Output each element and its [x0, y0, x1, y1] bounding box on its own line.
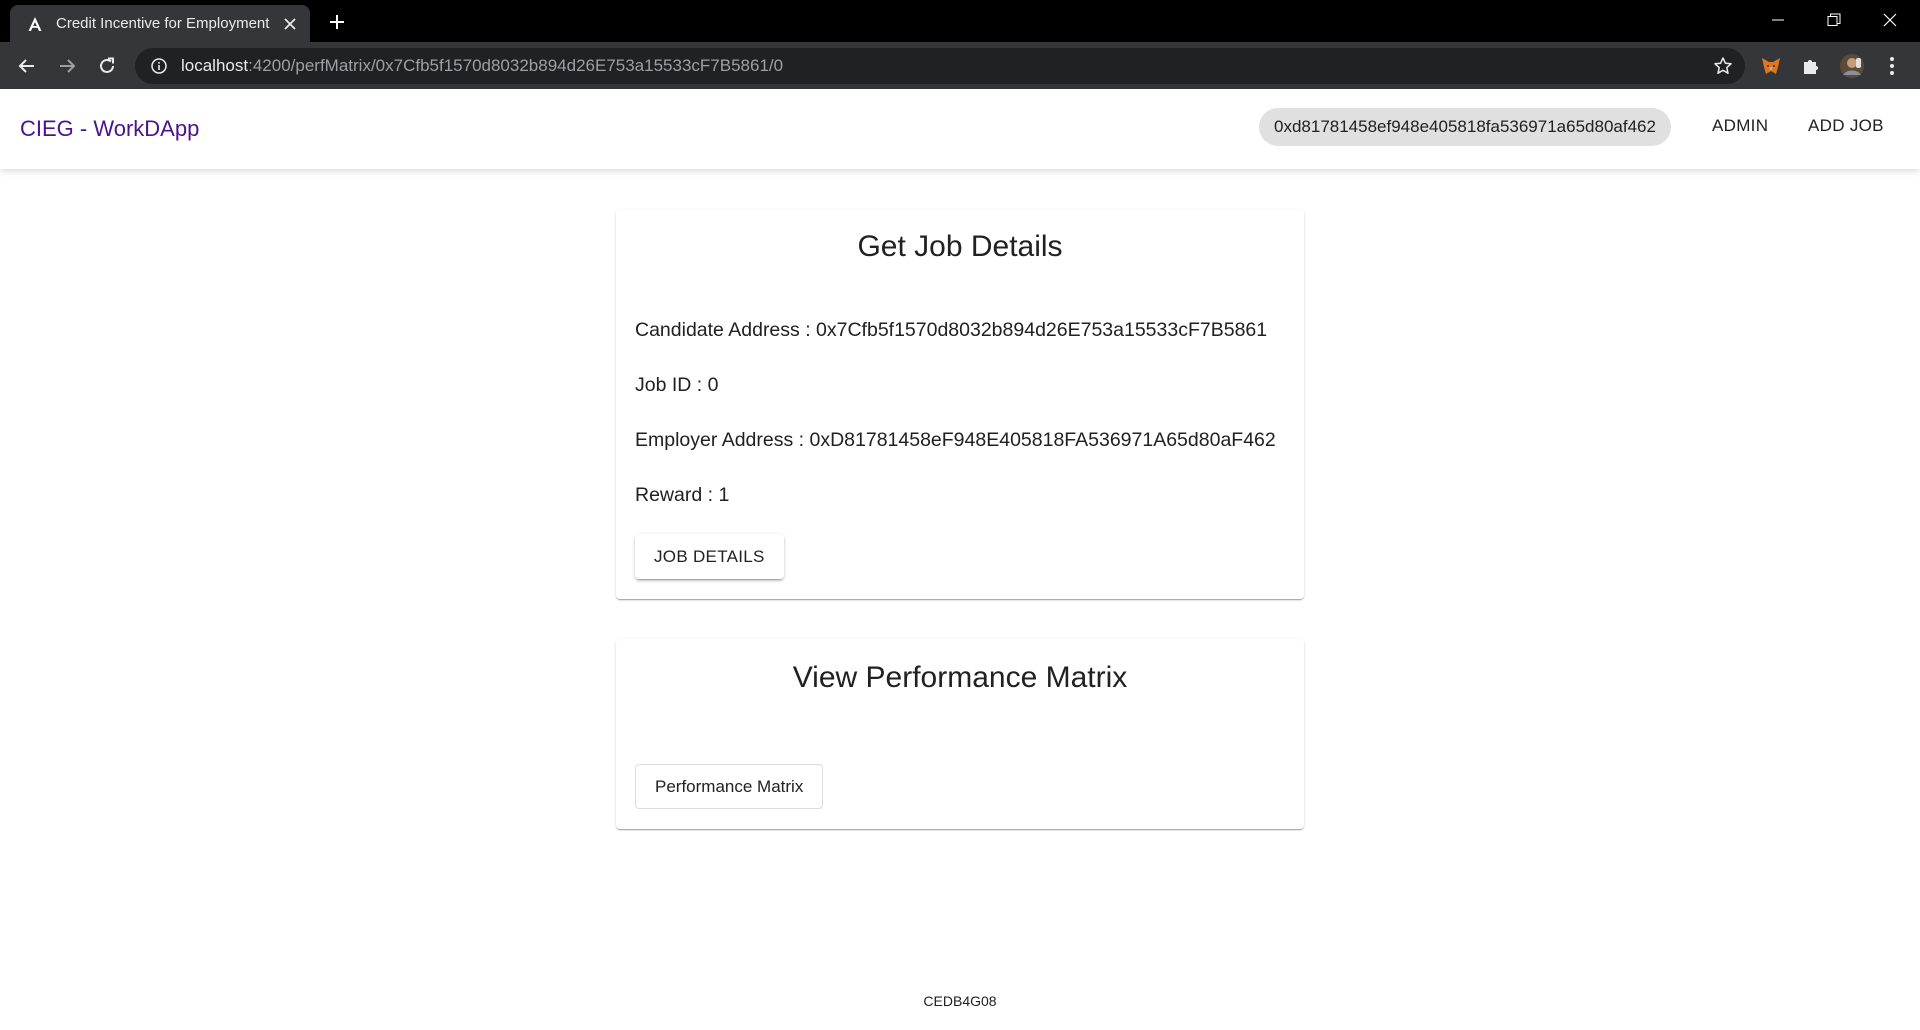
job-details-card: Get Job Details Candidate Address : 0x7C…: [616, 209, 1304, 599]
browser-tab[interactable]: Credit Incentive for Employment: [10, 5, 310, 42]
url-host: localhost: [181, 56, 249, 75]
bookmark-star-icon[interactable]: [1711, 54, 1735, 78]
performance-matrix-card: View Performance Matrix Performance Matr…: [616, 639, 1304, 829]
metamask-fox-icon[interactable]: [1757, 52, 1785, 80]
candidate-address-text: Candidate Address : 0x7Cfb5f1570d8032b89…: [635, 319, 1268, 341]
app-brand[interactable]: CIEG - WorkDApp: [20, 116, 199, 142]
address-bar[interactable]: localhost:4200/perfMatrix/0x7Cfb5f1570d8…: [135, 48, 1745, 84]
browser-tabstrip: Credit Incentive for Employment: [0, 0, 1920, 42]
browser-menu-icon[interactable]: [1878, 52, 1906, 80]
nav-admin-link[interactable]: ADMIN: [1712, 116, 1768, 136]
close-tab-icon[interactable]: [280, 14, 300, 34]
job-card-title: Get Job Details: [857, 230, 1063, 263]
nav-add-job-link[interactable]: ADD JOB: [1808, 116, 1884, 136]
back-arrow-icon[interactable]: [11, 50, 43, 82]
perf-card-title: View Performance Matrix: [792, 661, 1128, 694]
app-header: CIEG - WorkDApp 0xd81781458ef948e405818f…: [0, 89, 1920, 169]
url-path: :4200/perfMatrix/0x7Cfb5f1570d8032b894d2…: [248, 56, 784, 75]
job-details-button[interactable]: JOB DETAILS: [635, 534, 784, 579]
forward-arrow-icon[interactable]: [51, 50, 83, 82]
site-info-icon[interactable]: [149, 56, 169, 76]
close-window-icon[interactable]: [1862, 0, 1918, 40]
wallet-address-chip[interactable]: 0xd81781458ef948e405818fa536971a65d80af4…: [1259, 108, 1671, 146]
employer-address-text: Employer Address : 0xD81781458eF948E4058…: [635, 429, 1276, 451]
reload-icon[interactable]: [91, 50, 123, 82]
restore-icon[interactable]: [1806, 0, 1862, 40]
browser-toolbar: localhost:4200/perfMatrix/0x7Cfb5f1570d8…: [0, 42, 1920, 89]
job-id-text: Job ID : 0: [635, 374, 719, 396]
tab-title: Credit Incentive for Employment: [56, 15, 270, 32]
performance-matrix-button[interactable]: Performance Matrix: [635, 764, 824, 809]
extensions-puzzle-icon[interactable]: [1797, 52, 1825, 80]
reward-text: Reward : 1: [635, 484, 730, 506]
footer-text: CEDB4G08: [923, 993, 997, 1009]
minimize-icon[interactable]: [1750, 0, 1806, 40]
angular-favicon-icon: [26, 15, 44, 33]
profile-avatar-icon[interactable]: [1838, 52, 1866, 80]
new-tab-icon[interactable]: [325, 10, 349, 34]
